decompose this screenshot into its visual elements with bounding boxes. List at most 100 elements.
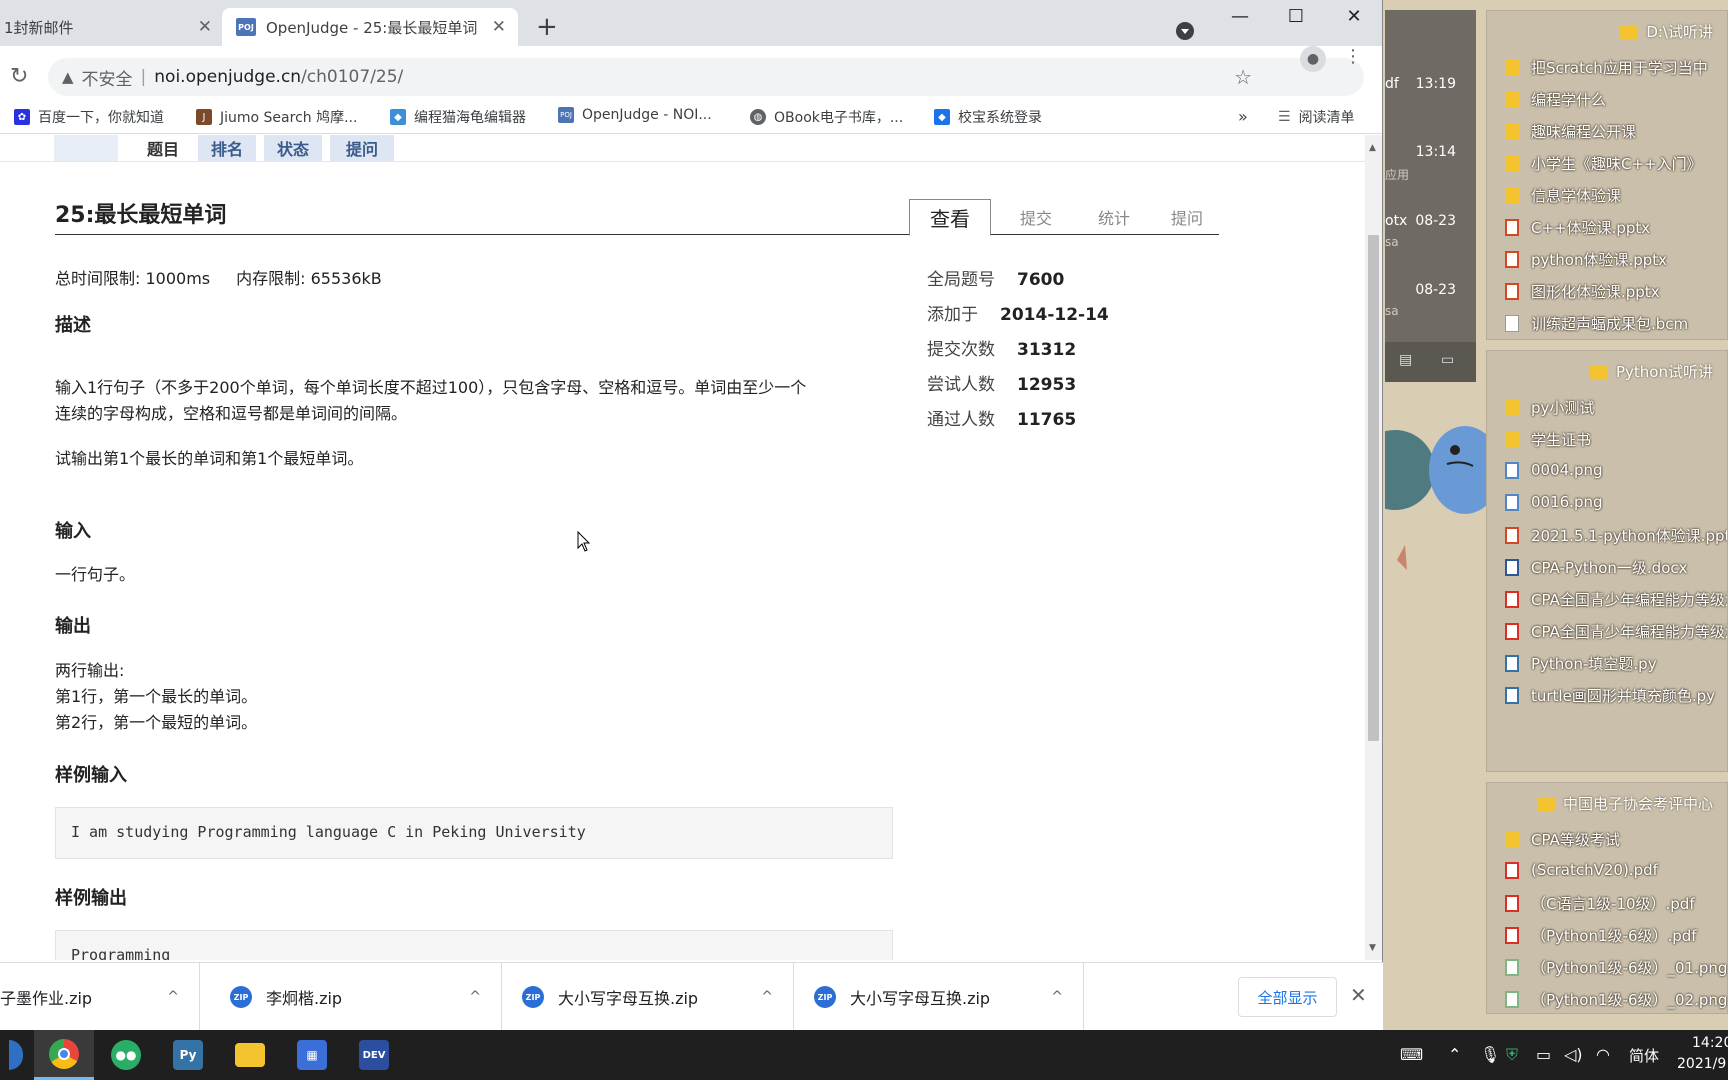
download-item[interactable]: 子墨作业.zip ^ bbox=[0, 963, 200, 1031]
page-scrollbar[interactable]: ▲ ▼ bbox=[1365, 135, 1382, 960]
desktop-item[interactable]: CPA等级考试 bbox=[1505, 829, 1620, 850]
taskbar-python[interactable]: Py bbox=[158, 1030, 218, 1080]
fence-title[interactable]: Python试听讲 bbox=[1590, 361, 1713, 382]
reading-list-button[interactable]: ☰ 阅读清单 bbox=[1278, 107, 1355, 127]
tab-submit[interactable]: 提交 bbox=[1001, 199, 1071, 235]
close-download-bar-icon[interactable]: ✕ bbox=[1350, 983, 1367, 1007]
desktop-item[interactable]: （Python1级-6级）.pdf bbox=[1505, 925, 1697, 946]
desktop-item[interactable]: 2021.5.1-python体验课.pptx bbox=[1505, 525, 1727, 546]
comment-icon[interactable]: ▭ bbox=[1441, 352, 1454, 368]
scroll-up-icon[interactable]: ▲ bbox=[1369, 143, 1376, 153]
bookmark-baidu[interactable]: ✿ 百度一下，你就知道 bbox=[14, 107, 164, 127]
desktop-item[interactable]: C++体验课.pptx bbox=[1505, 217, 1650, 238]
chevron-up-icon[interactable]: ^ bbox=[761, 989, 773, 1005]
security-shield-icon[interactable]: ⛨ bbox=[1506, 1045, 1518, 1065]
nav-tab-ranking[interactable]: 排名 bbox=[198, 135, 256, 161]
battery-icon[interactable]: ▭ bbox=[1536, 1045, 1551, 1064]
download-item[interactable]: ZIP 李炯楷.zip ^ bbox=[210, 963, 502, 1031]
bookmark-openjudge[interactable]: POJ OpenJudge - NOI... bbox=[558, 107, 712, 123]
bookmark-bianchengmao[interactable]: ◆ 编程猫海龟编辑器 bbox=[390, 107, 526, 127]
network-icon[interactable]: ◠ bbox=[1596, 1045, 1610, 1064]
tab-statistics[interactable]: 统计 bbox=[1079, 199, 1149, 235]
desktop-item[interactable]: (ScratchV20).pdf bbox=[1505, 861, 1658, 879]
clock-time[interactable]: 14:20 bbox=[1692, 1035, 1728, 1051]
fence-title[interactable]: 中国电子协会考评中心 bbox=[1536, 793, 1713, 814]
minimize-button[interactable]: — bbox=[1220, 6, 1260, 27]
chevron-up-icon[interactable]: ^ bbox=[469, 989, 481, 1005]
menu-icon[interactable]: ⋮ bbox=[1344, 46, 1362, 67]
chevron-up-icon[interactable]: ⌃ bbox=[1448, 1045, 1461, 1064]
taskbar-chrome[interactable] bbox=[34, 1030, 94, 1080]
nav-tab-problem[interactable]: 题目 bbox=[134, 135, 192, 161]
bookmark-jiumo[interactable]: J Jiumo Search 鸠摩... bbox=[196, 107, 357, 127]
desktop-item[interactable]: 小学生《趣味C++入门》 bbox=[1505, 153, 1702, 174]
tab-search-icon[interactable] bbox=[1176, 22, 1194, 40]
desktop-item-label: 0004.png bbox=[1531, 461, 1603, 479]
fence-title[interactable]: D:\试听讲 bbox=[1620, 21, 1713, 42]
desktop-item[interactable]: python体验课.pptx bbox=[1505, 249, 1667, 270]
close-window-button[interactable]: ✕ bbox=[1334, 6, 1374, 27]
bookmark-obook[interactable]: ◍ OBook电子书库，... bbox=[750, 107, 903, 127]
keyboard-icon[interactable]: ⌨ bbox=[1400, 1045, 1423, 1064]
desktop-item[interactable]: 编程学什么 bbox=[1505, 89, 1606, 110]
document-icon[interactable]: ▤ bbox=[1399, 352, 1412, 368]
dev-cpp-icon: DEV bbox=[359, 1040, 389, 1070]
tab-ask[interactable]: 提问 bbox=[1157, 199, 1217, 235]
clock-date[interactable]: 2021/9 bbox=[1677, 1056, 1726, 1072]
bookmark-label: 百度一下，你就知道 bbox=[38, 110, 164, 126]
desktop-item[interactable]: 图形化体验课.pptx bbox=[1505, 281, 1660, 302]
nav-tab-status[interactable]: 状态 bbox=[264, 135, 322, 161]
taskbar-file-explorer[interactable] bbox=[220, 1030, 280, 1080]
download-item[interactable]: ZIP 大小写字母互换.zip ^ bbox=[502, 963, 794, 1031]
nav-tab-ask[interactable]: 提问 bbox=[330, 135, 394, 161]
show-all-button[interactable]: 全部显示 bbox=[1238, 977, 1337, 1017]
scroll-thumb[interactable] bbox=[1368, 235, 1379, 741]
desktop-item[interactable]: 趣味编程公开课 bbox=[1505, 121, 1636, 142]
desktop-item[interactable]: （Python1级-6级）_02.png bbox=[1505, 989, 1727, 1010]
bookmarks-overflow-button[interactable]: » bbox=[1238, 107, 1248, 126]
warning-icon[interactable]: ▲ bbox=[62, 68, 74, 86]
tab-close-icon[interactable]: ✕ bbox=[198, 17, 212, 37]
taskbar-store[interactable]: ▦ bbox=[282, 1030, 342, 1080]
security-label[interactable]: 不安全 bbox=[82, 65, 133, 90]
tab-openjudge[interactable]: POJ OpenJudge - 25:最长最短单词 ✕ bbox=[222, 8, 518, 46]
microphone-icon[interactable]: 🎙 bbox=[1480, 1045, 1500, 1064]
desktop-item[interactable]: 0004.png bbox=[1505, 461, 1603, 479]
desktop-item[interactable]: CPA-Python一级.docx bbox=[1505, 557, 1688, 578]
input-method-indicator[interactable]: 简体 bbox=[1629, 1045, 1659, 1066]
folder-icon bbox=[1620, 24, 1639, 39]
desktop-item[interactable]: Python-填空题.py bbox=[1505, 653, 1657, 674]
maximize-button[interactable]: ☐ bbox=[1276, 6, 1316, 27]
desktop-item[interactable]: （C语言1级-10级）.pdf bbox=[1505, 893, 1695, 914]
bookmark-xiaobao[interactable]: ◆ 校宝系统登录 bbox=[934, 107, 1042, 127]
desktop-item[interactable]: 把Scratch应用于学习当中 bbox=[1505, 57, 1708, 78]
url-path[interactable]: /ch0107/25/ bbox=[301, 67, 403, 87]
scroll-down-icon[interactable]: ▼ bbox=[1369, 943, 1376, 953]
chevron-up-icon[interactable]: ^ bbox=[167, 989, 179, 1005]
volume-icon[interactable]: ◁) bbox=[1564, 1045, 1583, 1064]
new-tab-button[interactable]: + bbox=[536, 14, 558, 40]
desktop-item[interactable]: 训练超声蝠成果包.bcm bbox=[1505, 313, 1688, 334]
desktop-item[interactable]: CPA全国青少年编程能力等级测 bbox=[1505, 621, 1727, 642]
profile-icon[interactable]: ● bbox=[1300, 46, 1326, 72]
desktop-item[interactable]: （Python1级-6级）_01.png bbox=[1505, 957, 1727, 978]
taskbar-devcpp[interactable]: DEV bbox=[344, 1030, 404, 1080]
desktop-item[interactable]: 信息学体验课 bbox=[1505, 185, 1621, 206]
tab-close-icon[interactable]: ✕ bbox=[492, 17, 506, 37]
desktop-item[interactable]: 0016.png bbox=[1505, 493, 1603, 511]
tab-view[interactable]: 查看 bbox=[909, 199, 991, 236]
url-host[interactable]: noi.openjudge.cn bbox=[154, 67, 301, 87]
desktop-item[interactable]: 学生证书 bbox=[1505, 429, 1591, 450]
chevron-up-icon[interactable]: ^ bbox=[1051, 989, 1063, 1005]
address-bar[interactable]: ▲ 不安全 | noi.openjudge.cn /ch0107/25/ ☆ bbox=[48, 58, 1364, 96]
fence-title-text: D:\试听讲 bbox=[1646, 23, 1713, 41]
reload-icon[interactable]: ↻ bbox=[10, 64, 28, 89]
download-item[interactable]: ZIP 大小写字母互换.zip ^ bbox=[794, 963, 1084, 1031]
bookmark-star-icon[interactable]: ☆ bbox=[1234, 65, 1252, 89]
tab-mail[interactable]: 1封新邮件 ✕ bbox=[0, 8, 220, 46]
desktop-item[interactable]: CPA全国青少年编程能力等级测 bbox=[1505, 589, 1727, 610]
search-icon[interactable] bbox=[9, 1040, 23, 1070]
taskbar-wechat[interactable]: ●● bbox=[96, 1030, 156, 1080]
desktop-item[interactable]: py小测试 bbox=[1505, 397, 1594, 418]
desktop-item[interactable]: turtle画圆形并填充颜色.py bbox=[1505, 685, 1715, 706]
